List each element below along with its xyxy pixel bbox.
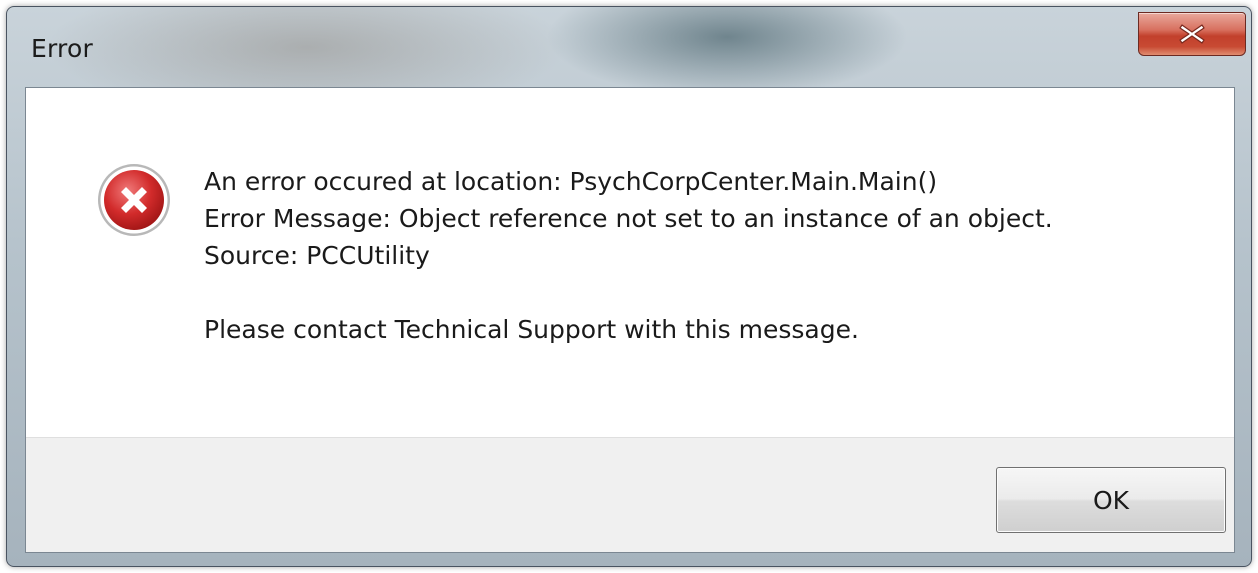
error-source-line: Source: PCCUtility (204, 241, 430, 270)
error-message-text: An error occured at location: PsychCorpC… (204, 163, 1214, 348)
error-dialog-window: Error An error occured at location: Psyc… (6, 6, 1252, 567)
close-x-icon (1179, 24, 1205, 44)
window-title: Error (31, 34, 93, 63)
ok-button[interactable]: OK (996, 467, 1226, 533)
message-area: An error occured at location: PsychCorpC… (26, 88, 1234, 437)
error-location-line: An error occured at location: PsychCorpC… (204, 167, 938, 196)
dialog-client-area: An error occured at location: PsychCorpC… (25, 87, 1235, 553)
error-icon (98, 164, 170, 236)
title-bar[interactable]: Error (7, 7, 1251, 87)
close-button[interactable] (1138, 12, 1246, 56)
error-message-line: Error Message: Object reference not set … (204, 204, 1053, 233)
support-message: Please contact Technical Support with th… (204, 315, 859, 344)
button-bar: OK (26, 437, 1234, 552)
